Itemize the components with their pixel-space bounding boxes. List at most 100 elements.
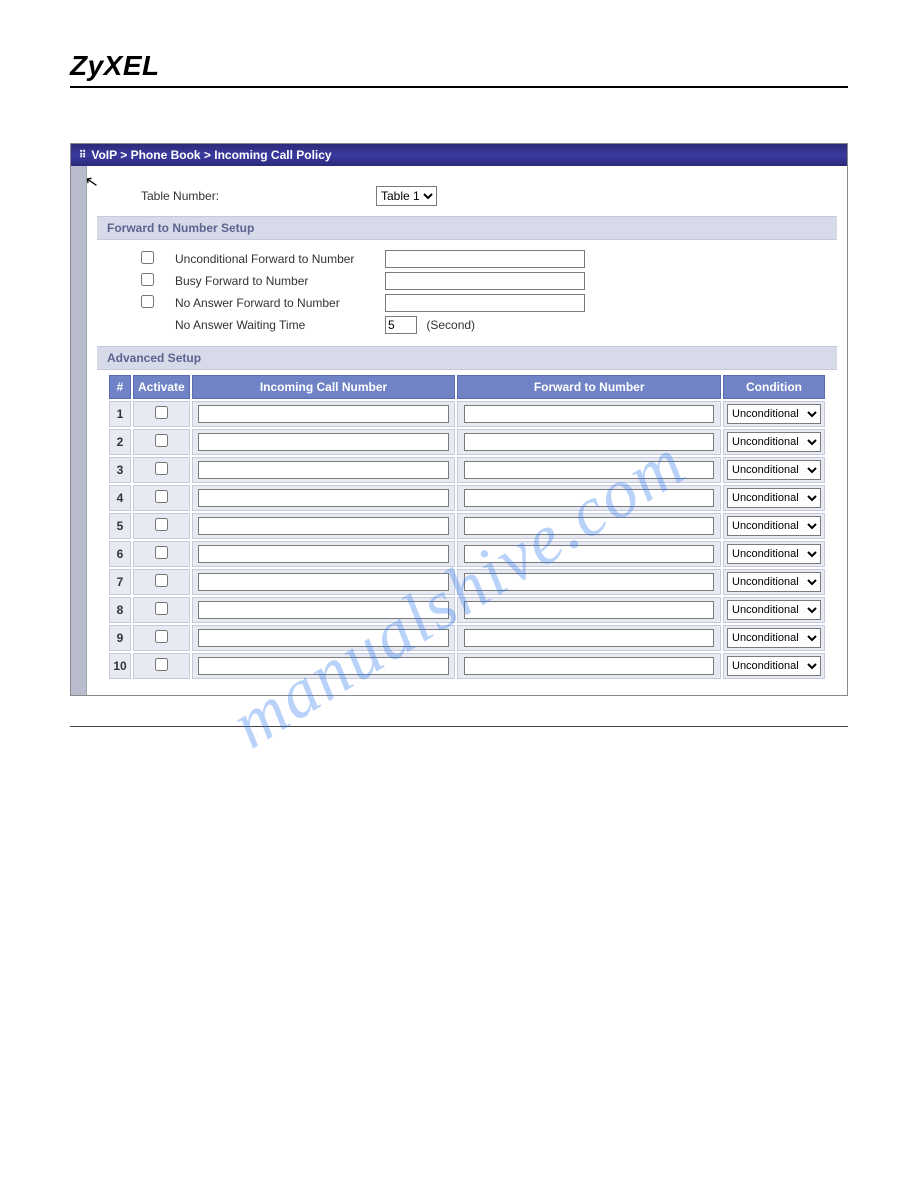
row-forward-input[interactable] bbox=[464, 573, 715, 591]
row-activate-cell bbox=[133, 597, 190, 623]
table-row: 5 Unconditional bbox=[109, 513, 825, 539]
busy-forward-label: Busy Forward to Number bbox=[175, 274, 385, 288]
row-forward-input[interactable] bbox=[464, 545, 715, 563]
row-index: 9 bbox=[109, 625, 131, 651]
row-incoming-cell bbox=[192, 513, 456, 539]
row-index: 2 bbox=[109, 429, 131, 455]
row-forward-input[interactable] bbox=[464, 433, 715, 451]
busy-forward-checkbox[interactable] bbox=[141, 273, 154, 286]
row-activate-checkbox[interactable] bbox=[155, 574, 168, 587]
row-forward-cell bbox=[457, 569, 721, 595]
row-forward-cell bbox=[457, 513, 721, 539]
row-activate-checkbox[interactable] bbox=[155, 602, 168, 615]
busy-forward-input[interactable] bbox=[385, 272, 585, 290]
row-activate-cell bbox=[133, 653, 190, 679]
row-activate-checkbox[interactable] bbox=[155, 490, 168, 503]
row-condition-select[interactable]: Unconditional bbox=[727, 628, 821, 648]
row-index: 4 bbox=[109, 485, 131, 511]
row-index: 8 bbox=[109, 597, 131, 623]
th-incoming: Incoming Call Number bbox=[192, 375, 456, 399]
row-condition-select[interactable]: Unconditional bbox=[727, 488, 821, 508]
row-activate-cell bbox=[133, 429, 190, 455]
row-incoming-cell bbox=[192, 429, 456, 455]
row-condition-cell: Unconditional bbox=[723, 569, 825, 595]
row-condition-select[interactable]: Unconditional bbox=[727, 432, 821, 452]
noanswer-forward-checkbox[interactable] bbox=[141, 295, 154, 308]
unconditional-forward-checkbox[interactable] bbox=[141, 251, 154, 264]
row-incoming-cell bbox=[192, 625, 456, 651]
advanced-section-header: Advanced Setup bbox=[97, 346, 837, 370]
row-condition-cell: Unconditional bbox=[723, 653, 825, 679]
row-activate-checkbox[interactable] bbox=[155, 518, 168, 531]
breadcrumb-icon: ⠿ bbox=[79, 150, 85, 161]
cursor-icon: ↖ bbox=[83, 171, 100, 193]
table-row: 9 Unconditional bbox=[109, 625, 825, 651]
unconditional-forward-input[interactable] bbox=[385, 250, 585, 268]
noanswer-forward-input[interactable] bbox=[385, 294, 585, 312]
th-forward: Forward to Number bbox=[457, 375, 721, 399]
breadcrumb-bar: ⠿ VoIP > Phone Book > Incoming Call Poli… bbox=[71, 144, 847, 166]
row-forward-input[interactable] bbox=[464, 601, 715, 619]
table-number-select[interactable]: Table 1 bbox=[376, 186, 437, 206]
row-activate-checkbox[interactable] bbox=[155, 658, 168, 671]
row-forward-input[interactable] bbox=[464, 489, 715, 507]
row-forward-input[interactable] bbox=[464, 629, 715, 647]
unconditional-forward-label: Unconditional Forward to Number bbox=[175, 252, 385, 266]
row-forward-cell bbox=[457, 625, 721, 651]
row-condition-cell: Unconditional bbox=[723, 429, 825, 455]
row-incoming-input[interactable] bbox=[198, 517, 449, 535]
row-activate-checkbox[interactable] bbox=[155, 546, 168, 559]
row-incoming-input[interactable] bbox=[198, 405, 449, 423]
row-incoming-input[interactable] bbox=[198, 433, 449, 451]
row-condition-select[interactable]: Unconditional bbox=[727, 572, 821, 592]
row-condition-select[interactable]: Unconditional bbox=[727, 544, 821, 564]
row-incoming-input[interactable] bbox=[198, 601, 449, 619]
row-incoming-cell bbox=[192, 401, 456, 427]
row-incoming-input[interactable] bbox=[198, 545, 449, 563]
row-activate-cell bbox=[133, 513, 190, 539]
table-row: 7Unconditional bbox=[109, 569, 825, 595]
row-activate-checkbox[interactable] bbox=[155, 630, 168, 643]
row-incoming-cell bbox=[192, 541, 456, 567]
row-index: 5 bbox=[109, 513, 131, 539]
row-forward-input[interactable] bbox=[464, 405, 715, 423]
row-incoming-input[interactable] bbox=[198, 461, 449, 479]
bottom-divider bbox=[70, 726, 848, 727]
row-incoming-cell bbox=[192, 653, 456, 679]
row-activate-checkbox[interactable] bbox=[155, 462, 168, 475]
row-forward-cell bbox=[457, 653, 721, 679]
row-incoming-cell bbox=[192, 457, 456, 483]
row-incoming-input[interactable] bbox=[198, 629, 449, 647]
breadcrumb-text: VoIP > Phone Book > Incoming Call Policy bbox=[91, 148, 331, 162]
row-forward-input[interactable] bbox=[464, 461, 715, 479]
row-condition-select[interactable]: Unconditional bbox=[727, 656, 821, 676]
row-forward-input[interactable] bbox=[464, 657, 715, 675]
row-forward-cell bbox=[457, 597, 721, 623]
row-condition-cell: Unconditional bbox=[723, 513, 825, 539]
row-condition-select[interactable]: Unconditional bbox=[727, 516, 821, 536]
row-forward-cell bbox=[457, 541, 721, 567]
th-condition: Condition bbox=[723, 375, 825, 399]
table-row: 3Unconditional bbox=[109, 457, 825, 483]
noanswer-forward-label: No Answer Forward to Number bbox=[175, 296, 385, 310]
row-activate-cell bbox=[133, 541, 190, 567]
brand-logo: ZyXEL bbox=[70, 50, 848, 82]
row-forward-cell bbox=[457, 401, 721, 427]
row-incoming-input[interactable] bbox=[198, 573, 449, 591]
row-condition-select[interactable]: Unconditional bbox=[727, 460, 821, 480]
table-row: 10Unconditional bbox=[109, 653, 825, 679]
row-condition-select[interactable]: Unconditional bbox=[727, 600, 821, 620]
noanswer-wait-input[interactable] bbox=[385, 316, 417, 334]
row-forward-cell bbox=[457, 429, 721, 455]
row-condition-select[interactable]: Unconditional bbox=[727, 404, 821, 424]
row-forward-input[interactable] bbox=[464, 517, 715, 535]
table-number-label: Table Number: bbox=[141, 189, 376, 203]
row-activate-cell bbox=[133, 485, 190, 511]
row-activate-checkbox[interactable] bbox=[155, 434, 168, 447]
row-incoming-cell bbox=[192, 569, 456, 595]
row-activate-checkbox[interactable] bbox=[155, 406, 168, 419]
table-row: 4 Unconditional bbox=[109, 485, 825, 511]
row-condition-cell: Unconditional bbox=[723, 541, 825, 567]
row-incoming-input[interactable] bbox=[198, 657, 449, 675]
row-incoming-input[interactable] bbox=[198, 489, 449, 507]
